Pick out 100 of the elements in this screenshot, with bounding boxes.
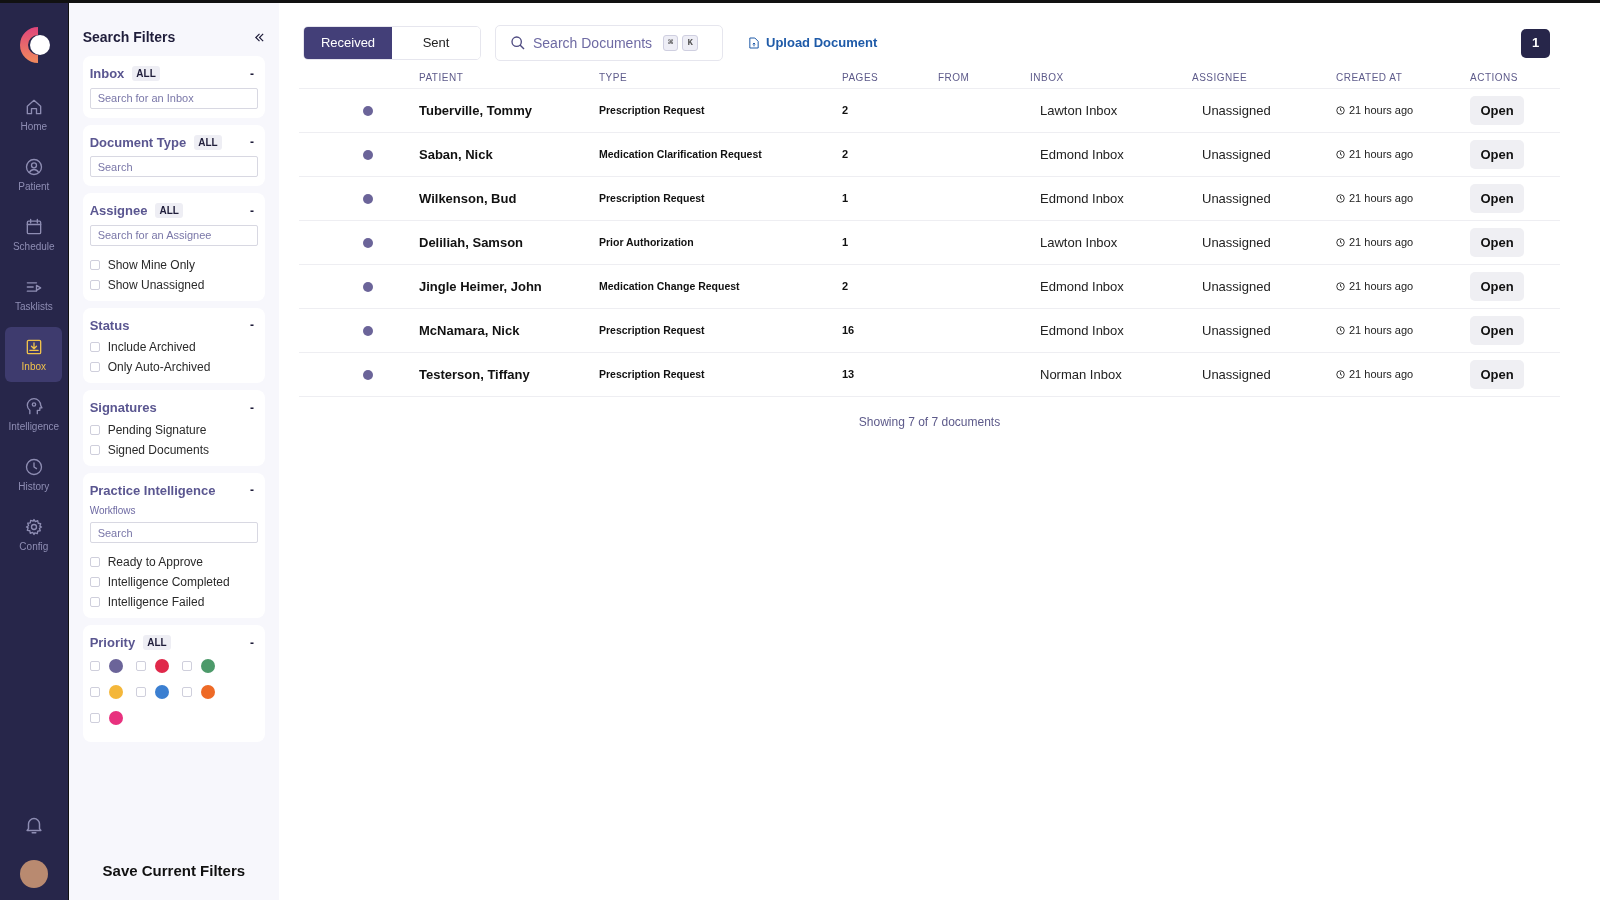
table-cell-text: Edmond Inbox	[1039, 145, 1125, 164]
option-label: Intelligence Failed	[107, 595, 205, 609]
table-cell-text: Wilkenson, Bud	[419, 189, 518, 208]
section-subtitle: Workflows	[89, 504, 137, 518]
option-label: Show Mine Only	[107, 257, 195, 272]
avatar[interactable]	[19, 860, 48, 888]
collapse-toggle[interactable]: -	[246, 201, 258, 220]
table-cell-text: Unassigned	[1201, 189, 1272, 208]
upload-document-link[interactable]: Upload Document	[749, 33, 878, 53]
checkbox[interactable]	[89, 577, 100, 587]
table-cell-text: Edmond Inbox	[1039, 321, 1125, 340]
open-button[interactable]: Open	[1470, 140, 1524, 169]
search-field[interactable]: Search for an Inbox	[89, 87, 258, 109]
table-cell-text: Unassigned	[1201, 277, 1272, 296]
option-label: Only Auto-Archived	[107, 360, 211, 374]
file-upload-icon	[749, 37, 759, 49]
section-title: Inbox	[89, 65, 125, 83]
section-title: Assignee	[89, 202, 148, 220]
table-cell-text: 21 hours ago	[1349, 279, 1414, 295]
table-cell-text: 13	[842, 367, 856, 383]
nav-item[interactable]: Inbox	[5, 327, 63, 382]
search-documents-field[interactable]: Search Documents ⌘ K	[495, 25, 723, 61]
section-title: Document Type	[89, 133, 187, 152]
all-badge[interactable]: ALL	[194, 134, 222, 150]
column-header: TYPE	[599, 71, 629, 85]
table-cell-text: Lawton Inbox	[1039, 233, 1119, 252]
checkbox[interactable]	[181, 660, 192, 671]
table-cell-text: 21 hours ago	[1349, 367, 1414, 383]
open-button[interactable]: Open	[1470, 228, 1524, 257]
table-cell-text: 2	[842, 279, 850, 295]
checkbox[interactable]	[89, 712, 100, 723]
nav-item[interactable]: Config	[5, 507, 63, 562]
clock-icon	[1336, 150, 1345, 159]
section-title: Status	[89, 316, 130, 335]
table-cell-text: Medication Clarification Request	[599, 146, 763, 162]
option-label: Intelligence Completed	[107, 575, 230, 589]
all-badge[interactable]: ALL	[132, 66, 160, 82]
column-header: FROM	[938, 71, 971, 85]
clock-icon	[1336, 370, 1345, 379]
collapse-toggle[interactable]: -	[246, 64, 258, 83]
all-badge[interactable]: ALL	[155, 203, 183, 219]
collapse-toggle[interactable]: -	[246, 316, 258, 335]
clock-icon	[1336, 238, 1345, 247]
checkbox[interactable]	[135, 660, 146, 671]
clock-icon	[23, 457, 44, 477]
checkbox[interactable]	[181, 686, 192, 697]
open-button[interactable]: Open	[1470, 360, 1524, 389]
save-filters-button[interactable]: Save Current Filters	[102, 859, 246, 882]
all-badge[interactable]: ALL	[143, 635, 171, 651]
checkbox[interactable]	[135, 686, 146, 697]
section-title: Practice Intelligence	[89, 481, 216, 500]
collapse-toggle[interactable]: -	[246, 633, 258, 652]
page-number-button[interactable]: 1	[1521, 28, 1550, 58]
option-label: Signed Documents	[107, 442, 210, 457]
option-label: Include Archived	[107, 340, 196, 354]
table-cell-text: Jingle Heimer, John	[419, 277, 543, 296]
tab[interactable]: Received	[304, 27, 392, 59]
checkbox[interactable]	[89, 660, 100, 671]
checkbox[interactable]	[89, 279, 100, 290]
checkbox[interactable]	[89, 342, 100, 352]
nav-item[interactable]: History	[5, 447, 63, 502]
checkbox[interactable]	[89, 597, 100, 607]
table-cell-text: Tuberville, Tommy	[419, 101, 533, 120]
table-cell-text: 21 hours ago	[1349, 191, 1414, 207]
checkbox[interactable]	[89, 362, 100, 372]
settings-icon	[23, 517, 44, 537]
table-cell-text: Unassigned	[1201, 145, 1272, 164]
column-header: ASSIGNEE	[1192, 71, 1249, 85]
nav-item[interactable]: Patient	[5, 147, 63, 202]
table-cell-text: Prior Authorization	[599, 234, 695, 250]
search-field[interactable]: Search	[89, 522, 258, 543]
results-count: Showing 7 of 7 documents	[857, 414, 1002, 431]
collapse-toggle[interactable]: -	[246, 133, 258, 152]
nav-item[interactable]: Intelligence	[5, 387, 63, 442]
collapse-icon[interactable]	[254, 32, 265, 43]
checkbox[interactable]	[89, 424, 100, 435]
open-button[interactable]: Open	[1470, 316, 1524, 345]
open-button[interactable]: Open	[1470, 272, 1524, 301]
section-title: Priority	[89, 634, 136, 652]
search-field[interactable]: Search	[89, 156, 258, 177]
table-cell-text: 21 hours ago	[1349, 323, 1414, 339]
user-icon	[23, 157, 44, 177]
table-cell-text: 1	[842, 235, 850, 251]
table-cell-text: 16	[842, 323, 856, 339]
key-cap: ⌘	[663, 35, 679, 51]
checkbox[interactable]	[89, 259, 100, 270]
collapse-toggle[interactable]: -	[246, 398, 258, 417]
checkbox[interactable]	[89, 444, 100, 455]
clock-icon	[1336, 194, 1345, 203]
search-field[interactable]: Search for an Assignee	[89, 224, 258, 246]
checkbox[interactable]	[89, 686, 100, 697]
nav-item[interactable]: Schedule	[5, 207, 63, 262]
nav-item[interactable]: Tasklists	[5, 267, 63, 322]
collapse-toggle[interactable]: -	[246, 481, 258, 500]
open-button[interactable]: Open	[1470, 184, 1524, 213]
open-button[interactable]: Open	[1470, 96, 1524, 125]
table-cell-text: 1	[842, 191, 850, 207]
nav-item[interactable]: Home	[5, 87, 63, 142]
option-label: Pending Signature	[107, 422, 207, 437]
checkbox[interactable]	[89, 557, 100, 567]
